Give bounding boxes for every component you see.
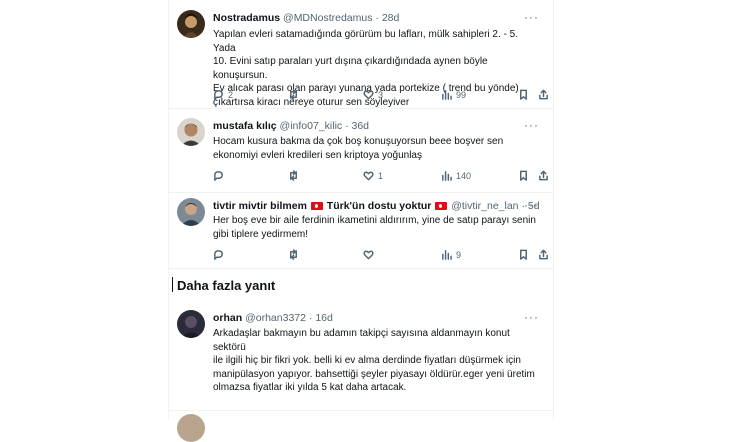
turkey-flag-icon [310,202,323,210]
reply-thread: Nostradamus @MDNostredamus · 28d ··· Yap… [168,0,554,442]
bookmark-button[interactable] [518,89,529,100]
share-icon [539,89,548,100]
retweet-icon [290,89,297,100]
tweet-actions: 9 [213,249,548,263]
avatar[interactable] [177,10,205,38]
views-icon [442,250,452,260]
reply-button[interactable] [213,170,224,181]
tweet-text: Arkadaşlar bakmayın bu adamın takipçi sa… [213,327,539,395]
tweet-text-line: Hocam kusura bakma da çok boş konuşuyors… [213,136,504,147]
tweet-text-line: 10. Evini satıp paraları yurt dışına çık… [213,56,488,81]
tweet-text-line: manipülasyon yapıyor. bahsettiği şeyler … [213,368,535,380]
more-options-icon[interactable]: ··· [524,198,539,212]
tweet-text-line: Yapılan evleri satamadığında görürüm bu … [213,29,518,54]
like-icon [363,250,374,260]
tweet[interactable]: mustafa kılıç @info07_kilic · 36d ··· Ho… [169,108,553,193]
user-handle[interactable]: @MDNostredamus [283,12,372,24]
tweet-header: mustafa kılıç @info07_kilic · 36d ··· [213,118,545,136]
bookmark-button[interactable] [518,170,529,181]
tweet-text-line: ekonomiyi evleri kredileri sen kriptoya … [213,149,422,161]
more-options-icon[interactable]: ··· [524,118,539,132]
like-button[interactable]: 1 [363,170,383,181]
like-icon [363,171,374,181]
timestamp[interactable]: 36d [352,120,370,132]
reply-icon [214,90,223,100]
tweet-text-line: Her boş eve bir aile ferdinin ikametini … [213,215,536,226]
display-name-suffix[interactable]: Türk'ün dostu yoktur [327,200,432,212]
share-button[interactable] [538,170,549,181]
tweet-text: Hocam kusura bakma da çok boş konuşuyors… [213,135,539,162]
views-button[interactable]: 140 [441,170,471,181]
separator-dot: · [375,12,379,24]
avatar[interactable] [177,118,205,146]
reply-button[interactable]: 2 [213,89,233,100]
share-button[interactable] [538,249,549,260]
tweet-text-line: ile ilgili hiç bir fikri yok. belli ki e… [213,355,521,367]
views-button[interactable]: 9 [441,249,461,260]
timestamp[interactable]: 16d [315,312,333,324]
display-name[interactable]: tivtir mivtir bilmem [213,200,307,212]
show-more-replies[interactable]: Daha fazla yanıt [177,278,275,293]
like-count: 3 [378,89,384,100]
tweet-text: Her boş eve bir aile ferdinin ikametini … [213,214,539,241]
views-button[interactable]: 99 [441,89,466,100]
user-handle[interactable]: @tivtir_ne_lan [451,200,518,212]
views-icon [442,171,452,181]
display-name[interactable]: orhan [213,312,242,324]
user-handle[interactable]: @info07_kilic [280,120,343,132]
views-icon [442,90,452,100]
timestamp[interactable]: 28d [382,12,400,24]
view-count: 9 [456,249,462,260]
like-count: 1 [378,170,384,181]
retweet-button[interactable] [288,89,299,100]
like-button[interactable]: 3 [363,89,383,100]
tweet-header: orhan @orhan3372 · 16d ··· [213,310,545,328]
tweet-actions: 2 3 99 [213,89,548,103]
text-cursor [172,277,173,292]
tweet-text-line: olmazsa fiyatlar iki yılda 5 kat daha ar… [213,382,407,394]
like-icon [363,90,374,100]
reply-count: 2 [228,89,234,100]
avatar[interactable] [177,310,205,338]
display-name[interactable]: Nostradamus [213,12,280,24]
bookmark-icon [520,249,527,260]
tweet-text-line: gibi tiplere yedirmem! [213,228,309,240]
tweet[interactable]: orhan @orhan3372 · 16d ··· Arkadaşlar ba… [169,302,553,411]
share-icon [539,249,548,260]
reply-icon [214,171,223,181]
reply-button[interactable] [213,249,224,260]
display-name[interactable]: mustafa kılıç [213,120,277,132]
more-options-icon[interactable]: ··· [524,310,539,324]
reply-icon [214,250,223,260]
separator-dot: · [308,312,313,324]
share-icon [539,170,548,181]
avatar[interactable] [177,198,205,226]
retweet-button[interactable] [288,170,299,181]
user-handle[interactable]: @orhan3372 [245,312,306,324]
retweet-icon [290,170,297,181]
tweet-actions: 1 140 [213,170,548,184]
tweet-header: Nostradamus @MDNostredamus · 28d ··· [213,10,545,28]
tweet[interactable]: Nostradamus @MDNostredamus · 28d ··· Yap… [169,0,553,109]
tweet-text-line: Arkadaşlar bakmayın bu adamın takipçi sa… [213,328,510,353]
bookmark-button[interactable] [518,249,529,260]
turkey-flag-icon [435,202,448,210]
view-count: 99 [456,89,467,100]
more-options-icon[interactable]: ··· [524,10,539,24]
retweet-icon [290,249,297,260]
view-count: 140 [456,170,472,181]
like-button[interactable] [363,249,374,260]
retweet-button[interactable] [288,249,299,260]
avatar[interactable] [177,414,205,442]
share-button[interactable] [538,89,549,100]
bookmark-icon [520,89,527,100]
bookmark-icon [520,170,527,181]
tweet[interactable]: tivtir mivtir bilmem Türk'ün dostu yoktu… [169,192,553,269]
separator-dot: · [345,120,349,132]
